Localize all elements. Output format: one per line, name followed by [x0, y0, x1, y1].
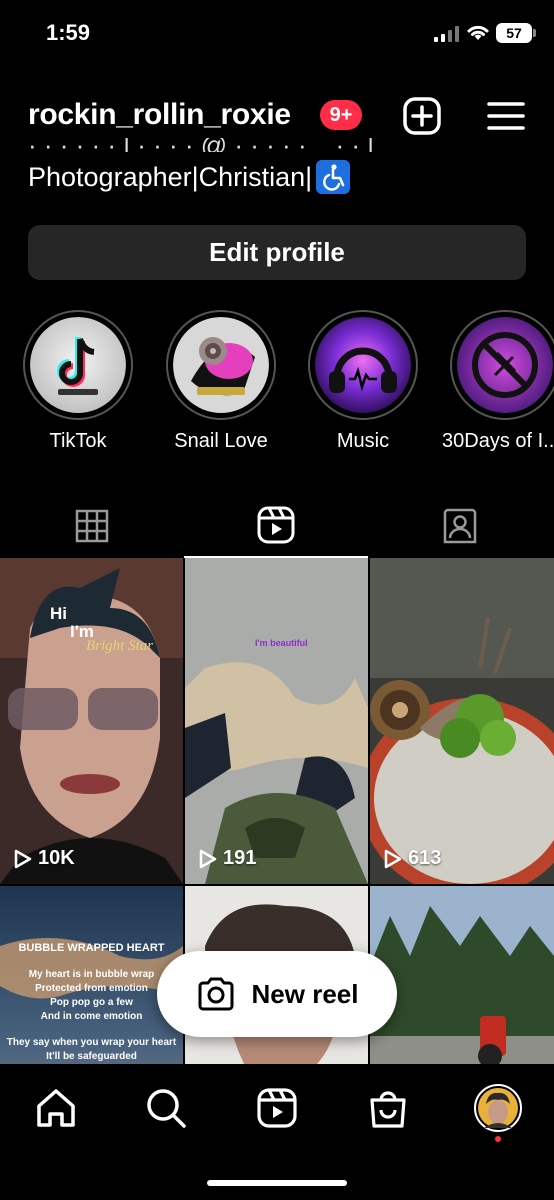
reels-icon: [257, 506, 295, 544]
home-indicator: [207, 1180, 347, 1186]
search-icon[interactable]: [144, 1086, 188, 1130]
edit-profile-button[interactable]: Edit profile: [28, 225, 526, 280]
reel-view-count: 191: [199, 847, 256, 870]
tab-tagged[interactable]: [368, 494, 552, 558]
profile-header: rockin_rollin_roxie 9+: [0, 88, 554, 144]
reel-tile[interactable]: I'm beautiful 191: [185, 558, 368, 884]
notification-dot: [495, 1136, 501, 1142]
highlight-label: Music: [336, 430, 390, 452]
profile-tabs: [0, 494, 554, 558]
play-icon: [384, 849, 402, 868]
highlight-ring: [308, 310, 418, 420]
highlight-ring: [166, 310, 276, 420]
tiktok-logo-icon: [30, 317, 126, 413]
create-post-icon[interactable]: [402, 96, 442, 136]
highlight-music[interactable]: Music: [303, 310, 423, 453]
profile-avatar[interactable]: [474, 1084, 522, 1132]
play-icon: [14, 849, 32, 868]
status-time: 1:59: [46, 20, 91, 45]
highlight-30days[interactable]: 30Days of I...: [442, 310, 554, 453]
reel-view-count: 613: [384, 847, 441, 870]
wifi-icon: [467, 25, 489, 40]
new-reel-button[interactable]: New reel: [157, 951, 397, 1037]
highlight-tiktok[interactable]: TikTok: [18, 310, 138, 453]
camera-icon: [198, 977, 234, 1011]
reel-view-count: 10K: [14, 847, 75, 870]
snail-cake-image: [173, 317, 269, 413]
reel-thumbnail: [0, 558, 183, 884]
reel-tile[interactable]: 613: [370, 558, 554, 884]
reel-views: 10K: [38, 847, 75, 869]
grid-icon: [75, 509, 109, 543]
reel-overlay-text: Hi: [50, 604, 67, 623]
reel-views: 191: [223, 847, 257, 869]
battery-indicator: 57: [496, 23, 536, 43]
highlight-label: Snail Love: [174, 430, 268, 452]
status-bar: 1:59 57: [0, 0, 554, 70]
highlight-label: TikTok: [49, 430, 107, 452]
reel-thumbnail: [185, 558, 368, 884]
new-reel-label: New reel: [251, 978, 359, 1009]
play-icon: [199, 849, 217, 868]
reels-nav-icon[interactable]: [255, 1086, 299, 1130]
reel-overlay-text: BUBBLE WRAPPED HEART: [18, 942, 165, 954]
reel-views: 613: [408, 847, 442, 869]
tab-posts-grid[interactable]: [0, 494, 184, 558]
home-icon[interactable]: [34, 1086, 78, 1130]
reel-overlay-text: They say when you wrap your heart It'll …: [6, 1037, 177, 1062]
reel-tile[interactable]: Hi I'm Bright Star 10K: [0, 558, 183, 884]
tab-reels[interactable]: [184, 494, 368, 558]
headphones-image: [315, 317, 411, 413]
bio-line-truncated: · · · · · · | · · · · @ · · · · · _ · · …: [28, 138, 374, 152]
profile-username[interactable]: rockin_rollin_roxie: [28, 98, 291, 132]
bio-line: Photographer|Christian|: [28, 160, 351, 194]
tagged-person-icon: [443, 508, 477, 544]
highlight-label: 30Days of I...: [442, 430, 554, 452]
reel-overlay-text: My heart is in bubble wrap Protected fro…: [28, 969, 155, 1022]
highlight-snail-love[interactable]: Snail Love: [161, 310, 281, 453]
reel-overlay-text: I'm beautiful: [255, 638, 308, 648]
reel-tile[interactable]: [370, 886, 554, 1064]
reel-tile[interactable]: BUBBLE WRAPPED HEART My heart is in bubb…: [0, 886, 183, 1064]
bio-text: Photographer|Christian|: [28, 161, 313, 192]
wheelchair-accessibility-icon: [316, 160, 351, 194]
no-symbol-image: [457, 317, 553, 413]
reel-thumbnail: [370, 886, 554, 1064]
reel-overlay-text: Bright Star: [86, 638, 154, 654]
shop-icon[interactable]: [366, 1086, 410, 1130]
reel-thumbnail: [370, 558, 554, 884]
highlight-ring: [450, 310, 554, 420]
notification-badge[interactable]: 9+: [320, 100, 362, 130]
story-highlights: TikTok Snail Love Music 30Days of I...: [0, 310, 554, 460]
hamburger-menu-icon[interactable]: [486, 96, 526, 136]
cellular-signal-icon: [434, 26, 459, 42]
highlight-ring: [23, 310, 133, 420]
